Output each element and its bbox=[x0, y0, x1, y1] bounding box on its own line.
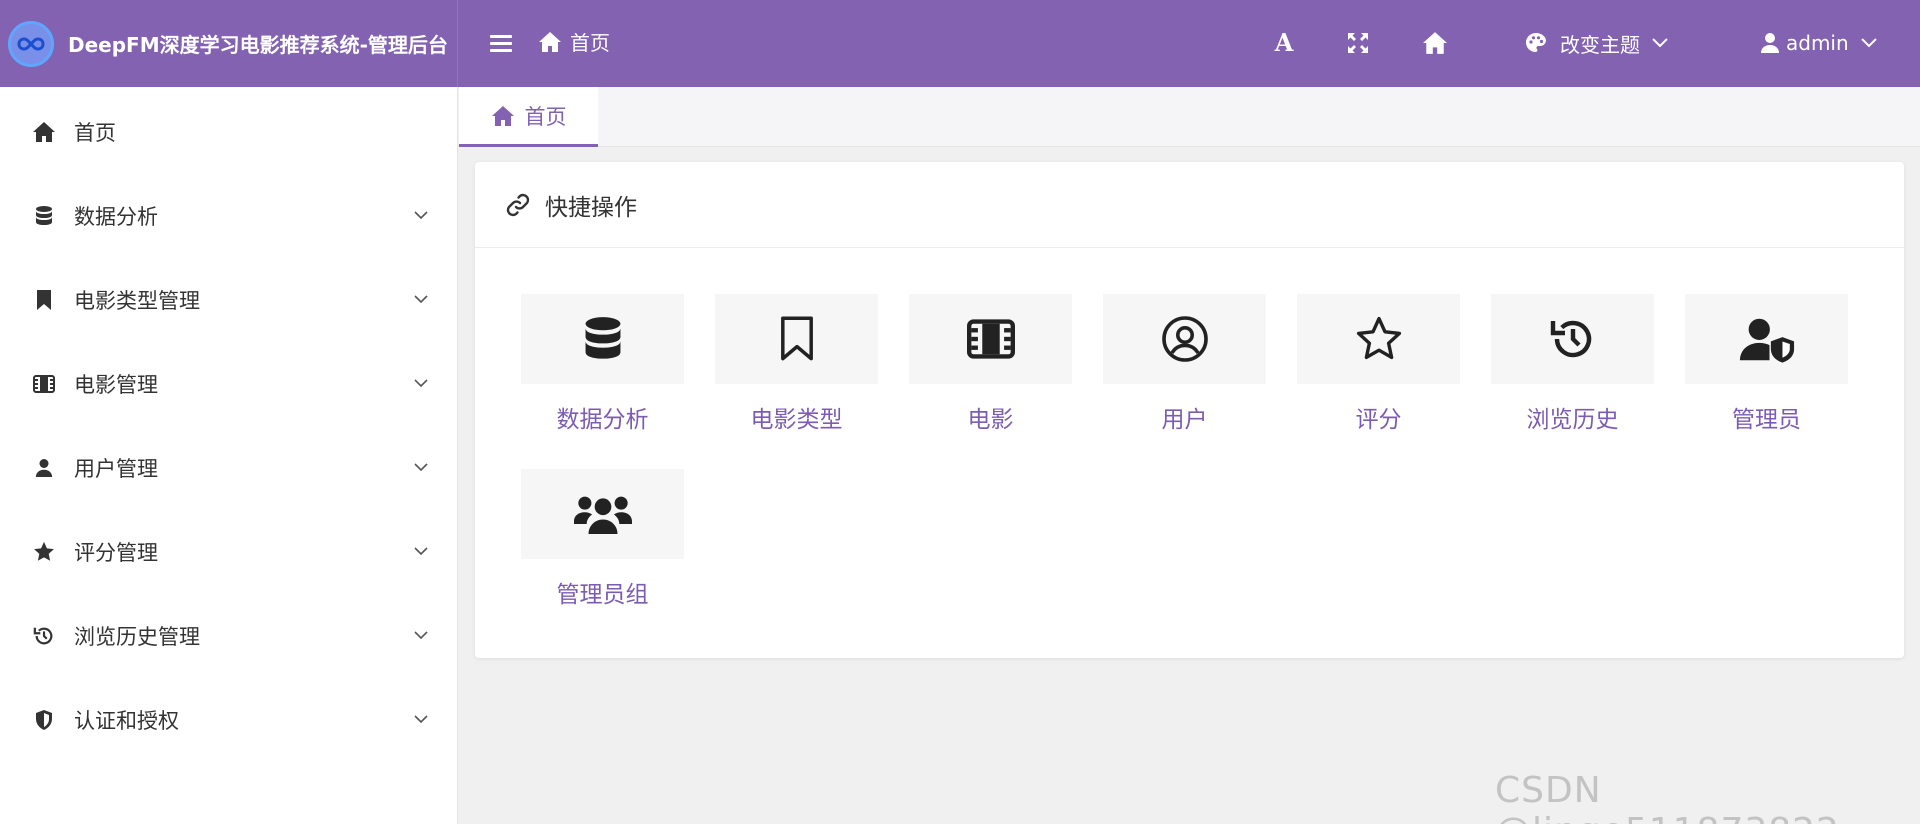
chevron-down-icon bbox=[414, 379, 428, 388]
sidebar-item-label: 首页 bbox=[74, 121, 116, 145]
quick-item-history[interactable]: 浏览历史 bbox=[1491, 294, 1654, 434]
palette-icon bbox=[1526, 33, 1546, 52]
card-header: 快捷操作 bbox=[475, 162, 1904, 248]
star-icon bbox=[1356, 316, 1401, 360]
user-circle-icon bbox=[1161, 316, 1208, 362]
chevron-down-icon bbox=[414, 547, 428, 556]
sidebar-item-history[interactable]: 浏览历史管理 bbox=[0, 606, 458, 666]
top-header: DeepFM深度学习电影推荐系统-管理后台 首页 A 改变主题 admin bbox=[0, 0, 1920, 87]
home-icon bbox=[491, 105, 514, 126]
sidebar-item-label: 电影类型管理 bbox=[74, 289, 200, 313]
quick-item-label: 管理员组 bbox=[556, 582, 649, 608]
home-button[interactable] bbox=[1418, 26, 1452, 60]
font-size-button[interactable]: A bbox=[1268, 26, 1300, 58]
sidebar-item-movie[interactable]: 电影管理 bbox=[0, 354, 458, 414]
history-icon bbox=[32, 624, 56, 648]
chevron-down-icon bbox=[414, 295, 428, 304]
fullscreen-icon bbox=[1348, 33, 1368, 53]
shield-icon bbox=[32, 708, 56, 732]
database-icon bbox=[585, 317, 620, 359]
sidebar-item-movie-type[interactable]: 电影类型管理 bbox=[0, 270, 458, 330]
home-icon bbox=[539, 31, 561, 52]
quick-item-label: 电影类型 bbox=[750, 407, 843, 433]
tab-home[interactable]: 首页 bbox=[459, 87, 598, 147]
history-icon bbox=[1550, 320, 1591, 358]
database-icon bbox=[32, 204, 56, 228]
quick-item-data-analysis[interactable]: 数据分析 bbox=[521, 294, 684, 434]
sidebar-item-auth[interactable]: 认证和授权 bbox=[0, 690, 458, 750]
chevron-down-icon bbox=[1860, 38, 1877, 48]
infinity-logo-icon bbox=[8, 20, 54, 67]
theme-dropdown[interactable]: 改变主题 bbox=[1524, 24, 1668, 62]
tab-bar: 首页 bbox=[459, 87, 1920, 147]
quick-item-label: 管理员 bbox=[1732, 407, 1801, 433]
film-icon bbox=[966, 319, 1015, 359]
quick-item-admin[interactable]: 管理员 bbox=[1685, 294, 1848, 434]
sidebar-item-label: 电影管理 bbox=[74, 373, 158, 397]
menu-toggle-icon[interactable] bbox=[490, 35, 512, 52]
quick-item-label: 用户 bbox=[1161, 407, 1208, 433]
chevron-down-icon bbox=[1652, 38, 1668, 48]
chevron-down-icon bbox=[414, 631, 428, 640]
watermark: CSDN @linge511873822 bbox=[1495, 770, 1839, 824]
home-icon bbox=[1423, 32, 1447, 54]
quick-item-label: 数据分析 bbox=[556, 407, 649, 433]
chevron-down-icon bbox=[414, 715, 428, 724]
quick-item-movie[interactable]: 电影 bbox=[909, 294, 1072, 434]
card-title: 快捷操作 bbox=[545, 194, 637, 221]
sidebar-item-label: 认证和授权 bbox=[74, 709, 179, 733]
quick-item-label: 浏览历史 bbox=[1526, 407, 1619, 433]
sidebar-item-label: 浏览历史管理 bbox=[74, 625, 200, 649]
quick-item-admin-group[interactable]: 管理员组 bbox=[521, 469, 684, 609]
quick-item-rating[interactable]: 评分 bbox=[1297, 294, 1460, 434]
sidebar-item-label: 评分管理 bbox=[74, 541, 158, 565]
breadcrumb[interactable]: 首页 bbox=[538, 27, 610, 56]
sidebar-item-user[interactable]: 用户管理 bbox=[0, 438, 458, 498]
quick-item-user[interactable]: 用户 bbox=[1103, 294, 1266, 434]
user-icon bbox=[32, 456, 56, 480]
brand[interactable]: DeepFM深度学习电影推荐系统-管理后台 bbox=[0, 0, 458, 87]
quick-item-label: 评分 bbox=[1355, 407, 1402, 433]
sidebar-item-rating[interactable]: 评分管理 bbox=[0, 522, 458, 582]
breadcrumb-label: 首页 bbox=[570, 31, 610, 55]
sidebar-item-label: 数据分析 bbox=[74, 205, 158, 229]
bookmark-icon bbox=[780, 316, 813, 361]
bookmark-icon bbox=[32, 288, 56, 312]
user-dropdown[interactable]: admin bbox=[1760, 24, 1877, 62]
quick-actions-card: 快捷操作 数据分析 电影类型 电影 用户 评分 浏览历史 管理员 管理员组 bbox=[475, 162, 1904, 658]
user-icon bbox=[1761, 33, 1779, 53]
theme-label: 改变主题 bbox=[1560, 32, 1640, 57]
link-icon bbox=[506, 193, 530, 216]
quick-item-label: 电影 bbox=[967, 407, 1014, 433]
user-name: admin bbox=[1786, 31, 1849, 55]
chevron-down-icon bbox=[414, 463, 428, 472]
sidebar-item-data-analysis[interactable]: 数据分析 bbox=[0, 186, 458, 246]
tab-label: 首页 bbox=[524, 104, 567, 129]
font-icon: A bbox=[1274, 27, 1294, 57]
app-title: DeepFM深度学习电影推荐系统-管理后台 bbox=[68, 33, 448, 57]
star-icon bbox=[32, 540, 56, 564]
sidebar: 首页 数据分析 电影类型管理 电影管理 用户管理 评分管理 浏览历史管理 认证和… bbox=[0, 87, 458, 824]
sidebar-item-label: 用户管理 bbox=[74, 457, 158, 481]
quick-item-movie-type[interactable]: 电影类型 bbox=[715, 294, 878, 434]
fullscreen-button[interactable] bbox=[1343, 28, 1373, 58]
users-icon bbox=[573, 496, 632, 534]
chevron-down-icon bbox=[414, 211, 428, 220]
home-icon bbox=[32, 120, 56, 144]
user-shield-icon bbox=[1739, 318, 1794, 363]
sidebar-item-home[interactable]: 首页 bbox=[0, 102, 458, 162]
film-icon bbox=[32, 372, 56, 396]
